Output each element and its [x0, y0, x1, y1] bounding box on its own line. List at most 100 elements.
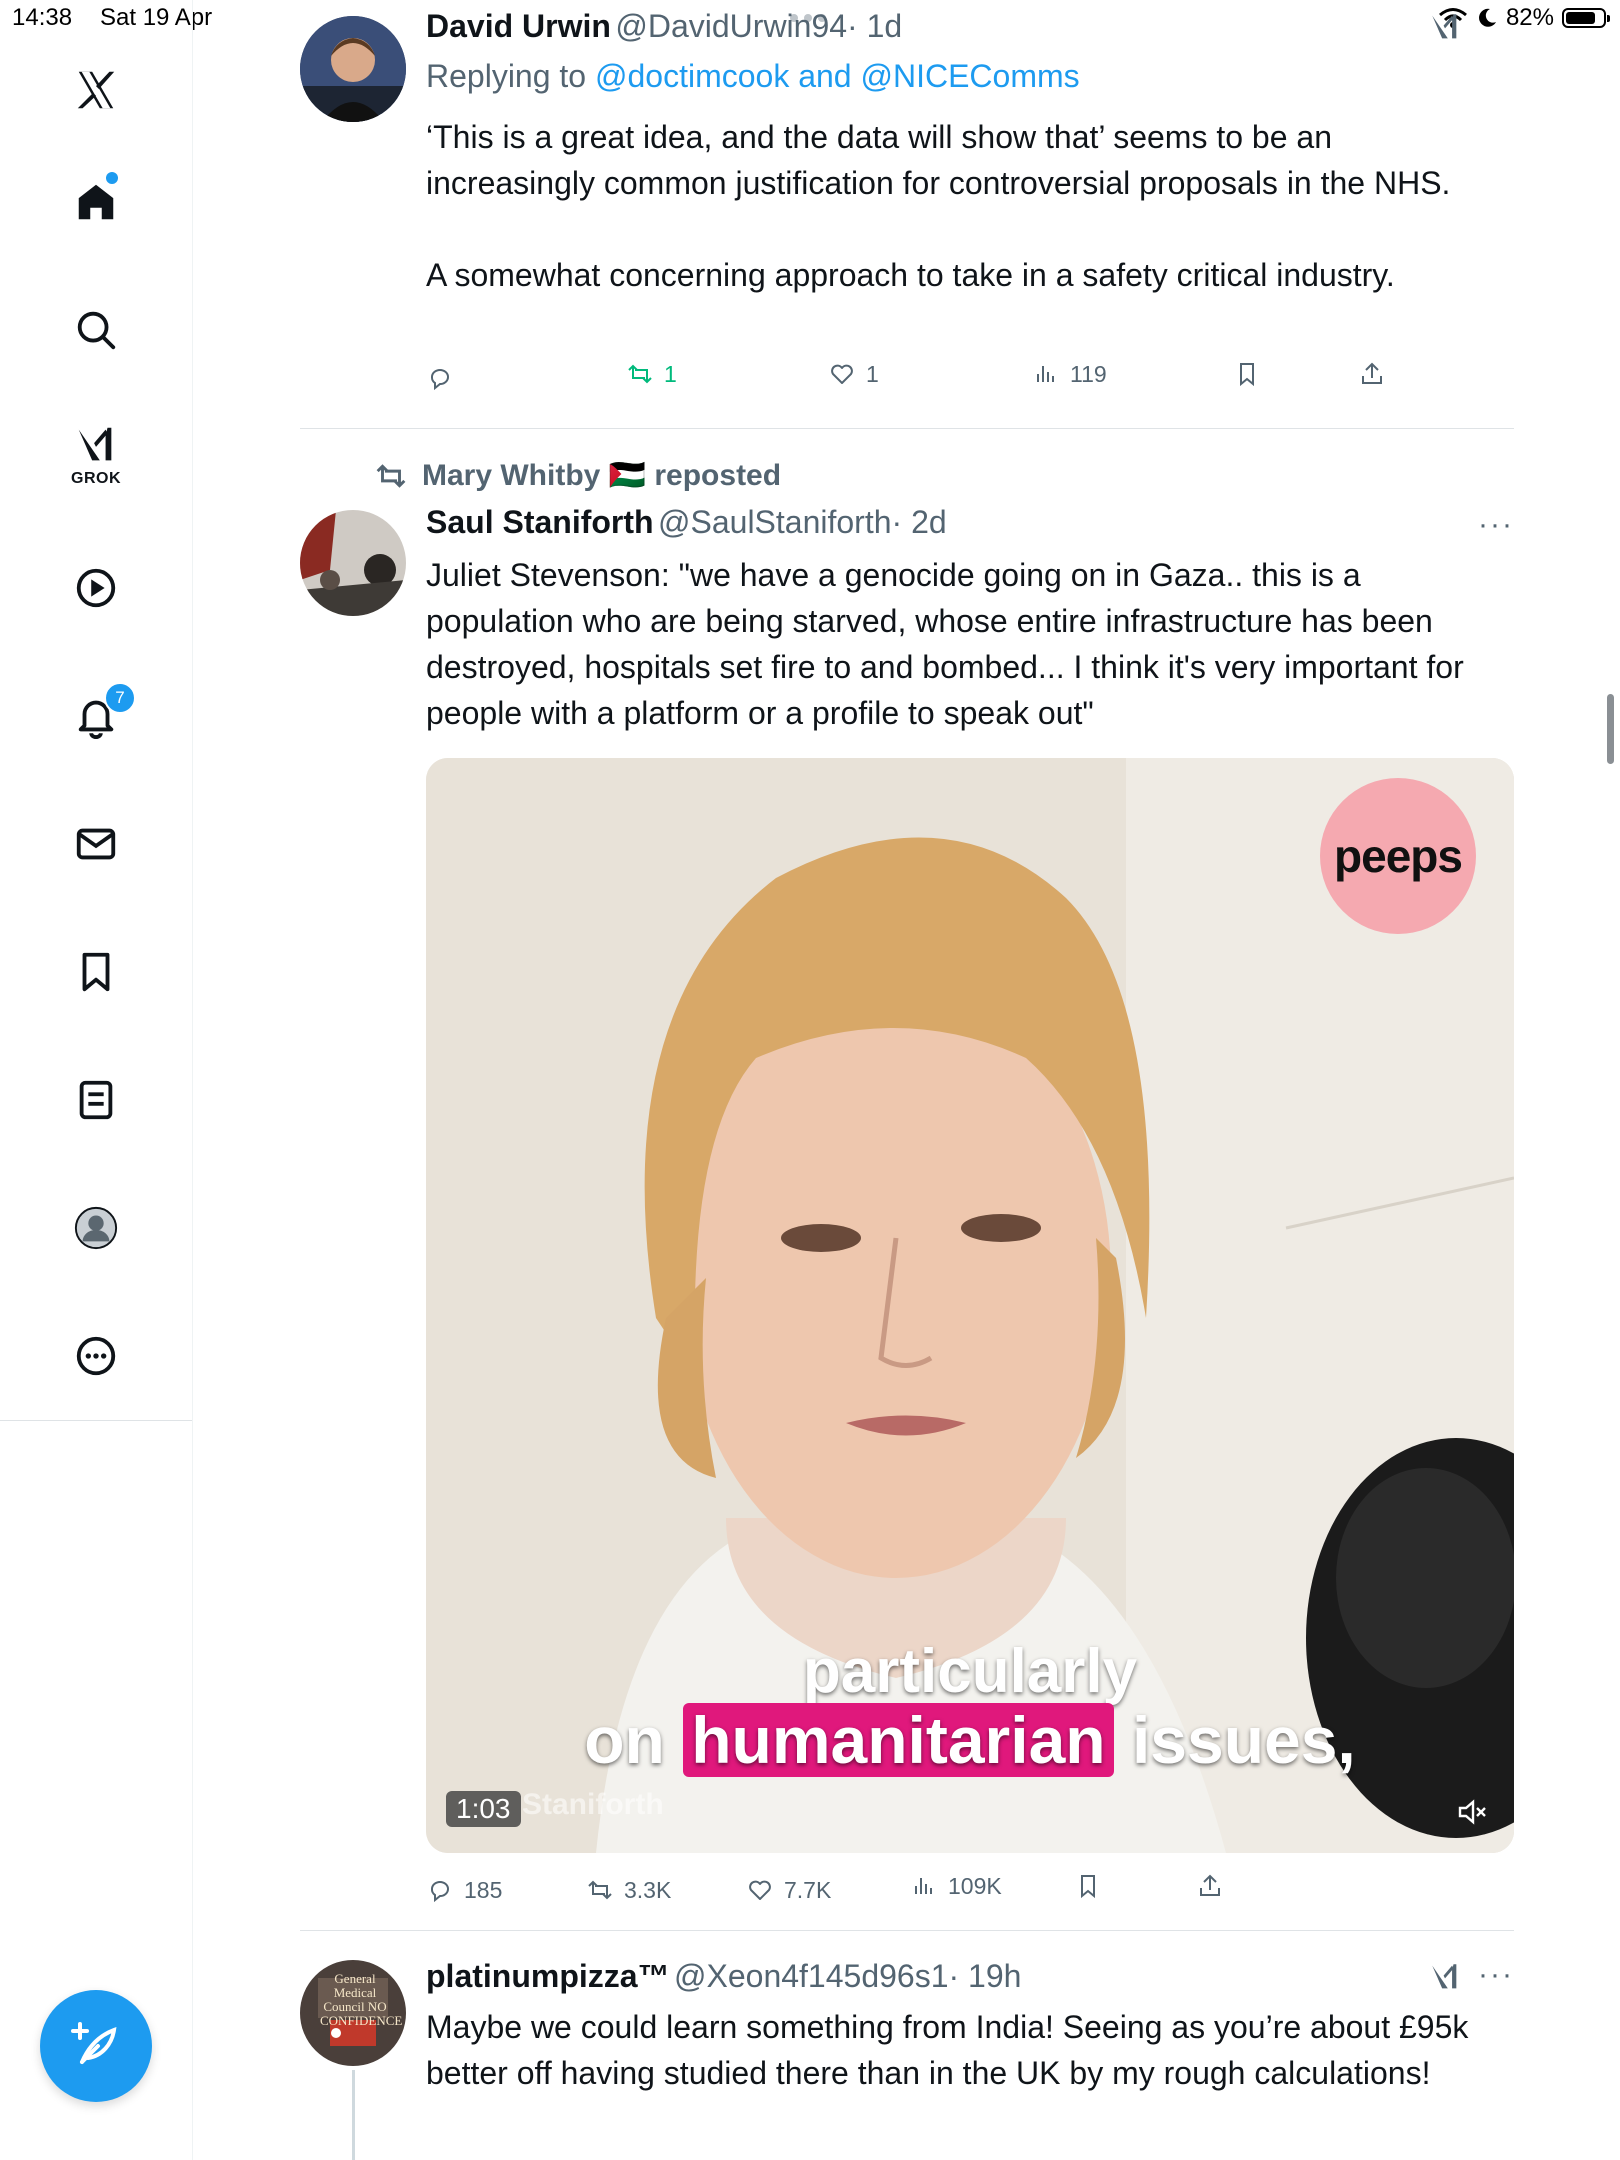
tweet-text: Maybe we could learn something from Indi… — [426, 2009, 1469, 2091]
tweet-paragraph: ‘This is a great idea, and the data will… — [426, 119, 1451, 201]
timestamp[interactable]: · 19h — [949, 1958, 1022, 1994]
avatar[interactable] — [300, 510, 406, 616]
repost-icon — [376, 463, 406, 488]
bookmark-icon — [1240, 363, 1254, 387]
repost-icon — [628, 364, 652, 384]
reply-button[interactable] — [426, 364, 464, 392]
reply-icon — [431, 1881, 449, 1903]
caption-highlight: humanitarian — [683, 1703, 1114, 1777]
bookmark-button[interactable] — [1233, 360, 1261, 388]
search-icon — [77, 311, 116, 350]
moon-icon — [1479, 8, 1496, 27]
replying-to: Replying to @doctimcook and @NICEComms — [426, 58, 1080, 95]
more-circle-icon — [76, 1336, 116, 1376]
sidebar-item-video[interactable] — [66, 558, 126, 618]
tweet-text: ‘This is a great idea, and the data will… — [426, 114, 1506, 298]
video-player[interactable]: peeps particularly on humanitarian issue… — [426, 758, 1514, 1853]
tweet-text: Juliet Stevenson: "we have a genocide go… — [426, 557, 1464, 731]
scrollbar-thumb[interactable] — [1607, 694, 1614, 764]
display-name[interactable]: David Urwin — [426, 8, 611, 44]
more-options-icon[interactable]: ··· — [1478, 1958, 1514, 1992]
repost-count: 1 — [664, 360, 677, 387]
caption-word: on — [584, 1703, 665, 1777]
grok-icon[interactable] — [1428, 1960, 1462, 1994]
bookmark-button[interactable] — [1074, 1872, 1102, 1900]
sidebar-divider — [0, 1420, 192, 1421]
x-logo-icon[interactable] — [66, 60, 126, 120]
video-caption-line1: particularly — [802, 1637, 1138, 1706]
replying-users-link[interactable]: @doctimcook and @NICEComms — [595, 58, 1080, 94]
reply-button[interactable]: 185 — [426, 1876, 502, 1904]
play-icon — [76, 568, 116, 608]
display-name[interactable]: Saul Staniforth — [426, 504, 654, 540]
compose-post-button[interactable] — [40, 1990, 152, 2102]
notifications-badge: 7 — [104, 682, 136, 714]
reply-icon — [431, 369, 449, 391]
like-count: 1 — [866, 360, 879, 387]
sidebar-item-lists[interactable] — [66, 1070, 126, 1130]
repost-button[interactable]: 1 — [626, 360, 677, 388]
analytics-icon — [1037, 366, 1054, 382]
reposted-by[interactable]: Mary Whitby 🇵🇸 reposted — [422, 458, 781, 493]
views-button[interactable]: 119 — [1032, 360, 1107, 388]
mail-icon — [76, 828, 116, 860]
video-watermark: Staniforth — [522, 1788, 664, 1821]
repost-button[interactable]: 3.3K — [586, 1876, 671, 1904]
view-count: 119 — [1070, 360, 1107, 387]
peeps-logo: peeps — [1320, 778, 1476, 934]
sidebar-item-bookmarks[interactable] — [66, 942, 126, 1002]
share-icon — [1362, 362, 1382, 384]
sidebar-item-home[interactable] — [66, 172, 126, 232]
bookmark-icon — [82, 952, 110, 992]
caption-word: issues, — [1131, 1703, 1356, 1777]
profile-avatar-icon — [74, 1206, 118, 1250]
heart-icon — [749, 1880, 771, 1900]
status-indicators: 82% — [1438, 4, 1610, 32]
sidebar-item-profile[interactable] — [66, 1198, 126, 1258]
video-caption-line2: on humanitarian issues, — [426, 1702, 1514, 1778]
timestamp[interactable]: · 1d — [847, 8, 902, 44]
grok-label: GROK — [71, 470, 121, 487]
more-options-icon[interactable]: ··· — [1478, 508, 1514, 542]
battery-percent: 82% — [1505, 4, 1554, 31]
avatar-photo — [300, 16, 406, 122]
sidebar-item-notifications[interactable]: 7 — [66, 682, 136, 746]
avatar-photo — [300, 510, 406, 616]
repost-icon — [588, 1880, 612, 1900]
sidebar-item-grok[interactable]: GROK — [66, 424, 126, 487]
bookmark-icon — [1081, 1875, 1095, 1899]
thread-line — [352, 2070, 355, 2160]
share-button[interactable] — [1196, 1872, 1224, 1900]
like-button[interactable]: 1 — [828, 360, 879, 388]
like-button[interactable]: 7.7K — [746, 1876, 831, 1904]
share-button[interactable] — [1358, 360, 1386, 388]
repost-context: Mary Whitby 🇵🇸 reposted — [374, 458, 781, 493]
tweet-header: David Urwin @DavidUrwin94· 1d — [426, 8, 902, 45]
avatar-caption: General Medical Council NO CONFIDENCE — [320, 1971, 403, 2028]
timestamp[interactable]: · 2d — [892, 504, 947, 540]
handle[interactable]: @SaulStaniforth — [658, 504, 892, 540]
view-count: 109K — [948, 1872, 1002, 1899]
sidebar-item-more[interactable] — [66, 1326, 126, 1386]
tweet-divider — [300, 428, 1514, 429]
views-button[interactable]: 109K — [910, 1872, 1002, 1900]
handle[interactable]: @Xeon4f145d96s1 — [674, 1958, 948, 1994]
grok-icon — [78, 427, 112, 461]
tweet-divider — [300, 1930, 1514, 1931]
new-posts-dot — [106, 172, 118, 184]
like-count: 7.7K — [784, 1876, 832, 1903]
tweet-header: platinumpizza™ @Xeon4f145d96s1· 19h — [426, 1958, 1021, 1995]
mute-icon[interactable] — [1454, 1794, 1490, 1830]
display-name[interactable]: platinumpizza™ — [426, 1958, 670, 1994]
heart-icon — [831, 364, 853, 384]
sidebar-item-messages[interactable] — [66, 814, 126, 874]
handle[interactable]: @DavidUrwin94 — [615, 8, 847, 44]
reply-count: 185 — [464, 1876, 503, 1903]
share-icon — [1200, 1874, 1220, 1896]
sidebar-item-explore[interactable] — [66, 300, 126, 360]
grok-icon[interactable] — [1428, 10, 1462, 44]
battery-icon — [1562, 8, 1610, 28]
repost-count: 3.3K — [624, 1876, 672, 1903]
analytics-icon — [915, 1878, 932, 1894]
avatar[interactable] — [300, 16, 406, 122]
